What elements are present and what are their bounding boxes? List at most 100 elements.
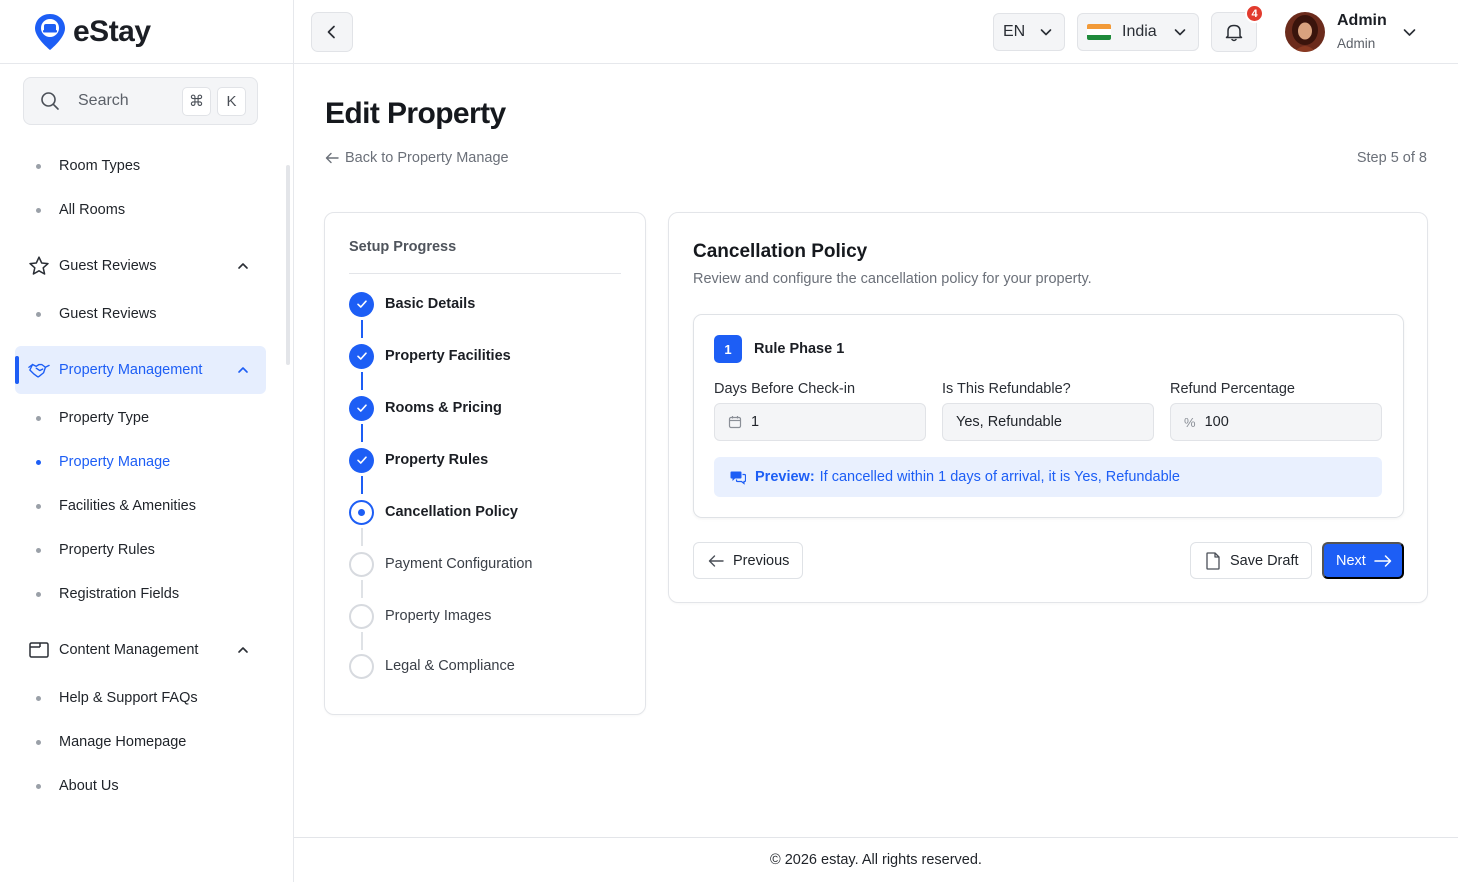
- chevron-left-icon: [327, 25, 335, 39]
- step-cancellation-policy[interactable]: Cancellation Policy: [349, 499, 518, 525]
- chevron-up-icon: [238, 367, 248, 373]
- rule-title: Rule Phase 1: [754, 341, 845, 357]
- bullet-dot: [36, 207, 41, 213]
- is-refundable-label: Is This Refundable?: [942, 381, 1071, 397]
- step-rooms-pricing[interactable]: Rooms & Pricing: [349, 395, 502, 421]
- days-before-checkin-input[interactable]: 1: [714, 403, 926, 441]
- step-label: Payment Configuration: [385, 556, 533, 572]
- days-before-checkin-label: Days Before Check-in: [714, 381, 856, 397]
- browser-icon: [29, 642, 49, 658]
- sidebar-group-property-management[interactable]: Property Management: [15, 346, 266, 394]
- brand-name: eStay: [73, 14, 151, 48]
- refund-percentage-input[interactable]: % 100: [1170, 403, 1382, 441]
- pending-step-icon: [349, 653, 374, 679]
- is-refundable-select[interactable]: Yes, Refundable: [942, 403, 1154, 441]
- footer: © 2026 estay. All rights reserved.: [294, 837, 1458, 882]
- step-payment-configuration[interactable]: Payment Configuration: [349, 551, 533, 577]
- sidebar-item-property-rules[interactable]: Property Rules: [0, 532, 280, 568]
- notification-count-badge: 4: [1245, 4, 1264, 23]
- step-property-images[interactable]: Property Images: [349, 603, 491, 629]
- sidebar-item-about-us[interactable]: About Us: [0, 768, 280, 804]
- country-select[interactable]: India: [1077, 13, 1199, 51]
- calendar-icon: [728, 416, 742, 429]
- top-bar: EN India 4 Admin Admin: [294, 0, 1458, 64]
- star-icon: [29, 256, 49, 275]
- sidebar-item-registration-fields[interactable]: Registration Fields: [0, 576, 280, 612]
- bullet-dot: [36, 503, 41, 509]
- language-value: EN: [1003, 23, 1026, 40]
- step-connector: [361, 320, 363, 338]
- step-label: Property Facilities: [385, 348, 511, 364]
- refund-value: 100: [1204, 414, 1229, 430]
- sidebar-item-facilities-amenities[interactable]: Facilities & Amenities: [0, 488, 280, 524]
- sidebar-item-property-manage[interactable]: Property Manage: [0, 444, 280, 480]
- sidebar-item-guest-reviews[interactable]: Guest Reviews: [0, 296, 280, 332]
- refund-percentage-label: Refund Percentage: [1170, 381, 1295, 397]
- arrow-left-icon: [325, 152, 339, 164]
- bullet-dot: [36, 695, 41, 701]
- bullet-dot: [36, 163, 41, 169]
- avatar[interactable]: [1285, 12, 1325, 52]
- bullet-dot: [36, 311, 41, 317]
- next-button[interactable]: Next: [1322, 542, 1404, 579]
- back-to-property-manage-link[interactable]: Back to Property Manage: [325, 150, 509, 166]
- sidebar-item-label: Help & Support FAQs: [59, 690, 198, 706]
- bullet-dot: [36, 739, 41, 745]
- sidebar-item-help-support-faqs[interactable]: Help & Support FAQs: [0, 680, 280, 716]
- step-connector: [361, 632, 363, 650]
- sidebar-item-label: Property Rules: [59, 542, 155, 558]
- sidebar-group-label: Guest Reviews: [59, 258, 157, 274]
- user-name[interactable]: Admin: [1337, 12, 1387, 30]
- step-property-facilities[interactable]: Property Facilities: [349, 343, 511, 369]
- sidebar-item-manage-homepage[interactable]: Manage Homepage: [0, 724, 280, 760]
- sidebar-scrollbar[interactable]: [286, 165, 290, 365]
- rule-number-badge: 1: [714, 335, 742, 363]
- india-flag-icon: [1087, 24, 1111, 40]
- previous-label: Previous: [733, 552, 790, 569]
- save-draft-button[interactable]: Save Draft: [1190, 542, 1312, 579]
- step-label: Rooms & Pricing: [385, 400, 502, 416]
- sidebar-group-guest-reviews[interactable]: Guest Reviews: [15, 242, 266, 290]
- sidebar-group-label: Property Management: [59, 362, 203, 378]
- refundable-value: Yes, Refundable: [956, 414, 1062, 430]
- country-value: India: [1122, 23, 1157, 40]
- section-title: Cancellation Policy: [693, 241, 868, 262]
- sidebar-item-label: Room Types: [59, 158, 141, 174]
- arrow-left-icon: [708, 554, 724, 567]
- previous-button[interactable]: Previous: [693, 542, 803, 579]
- divider: [349, 273, 621, 274]
- step-connector: [361, 476, 363, 494]
- preview-text: If cancelled within 1 days of arrival, i…: [819, 469, 1180, 485]
- step-label: Property Rules: [385, 452, 489, 468]
- sidebar-item-all-rooms[interactable]: All Rooms: [0, 192, 280, 228]
- step-indicator: Step 5 of 8: [1356, 150, 1427, 166]
- bullet-dot: [36, 459, 41, 465]
- sidebar-item-property-type[interactable]: Property Type: [0, 400, 280, 436]
- percent-icon: %: [1184, 414, 1196, 430]
- search-input[interactable]: Search ⌘ K: [23, 77, 258, 125]
- sidebar-item-label: Guest Reviews: [59, 306, 157, 322]
- check-icon: [349, 447, 374, 473]
- step-property-rules[interactable]: Property Rules: [349, 447, 488, 473]
- current-step-icon: [349, 499, 374, 525]
- pending-step-icon: [349, 551, 374, 577]
- bullet-dot: [36, 783, 41, 789]
- shortcut-cmd-key: ⌘: [182, 86, 211, 116]
- chevron-down-icon[interactable]: [1402, 25, 1417, 40]
- step-basic-details[interactable]: Basic Details: [349, 291, 475, 317]
- sidebar-item-label: Facilities & Amenities: [59, 498, 196, 514]
- step-connector: [361, 372, 363, 390]
- step-label: Legal & Compliance: [385, 658, 515, 674]
- search-icon: [41, 92, 59, 110]
- chevron-down-icon: [1174, 29, 1186, 36]
- step-label: Basic Details: [385, 296, 476, 312]
- sidebar-item-label: Property Manage: [59, 454, 171, 470]
- setup-progress-heading: Setup Progress: [349, 239, 457, 255]
- sidebar-item-room-types[interactable]: Room Types: [0, 148, 280, 184]
- language-select[interactable]: EN: [993, 13, 1065, 51]
- collapse-sidebar-button[interactable]: [311, 12, 353, 52]
- sidebar-group-content-management[interactable]: Content Management: [15, 626, 266, 674]
- step-legal-compliance[interactable]: Legal & Compliance: [349, 653, 515, 679]
- save-draft-label: Save Draft: [1230, 552, 1299, 569]
- chevron-up-icon: [238, 263, 248, 269]
